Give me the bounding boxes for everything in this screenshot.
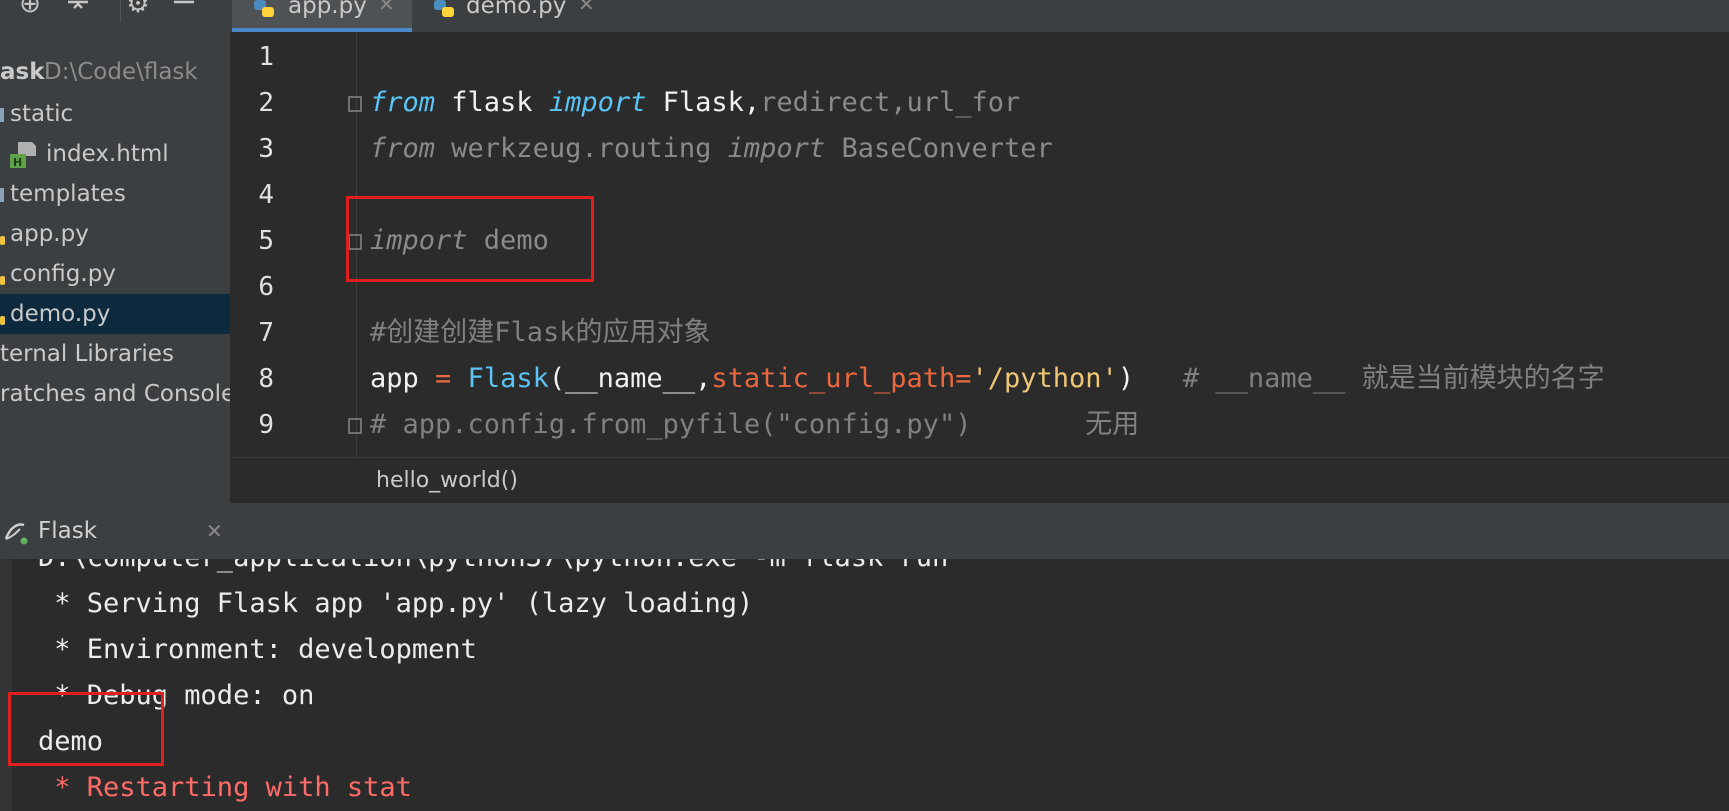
project-root[interactable]: ask D:\Code\flask [0, 52, 230, 92]
breadcrumb-item[interactable]: hello_world() [376, 468, 518, 493]
highlight-box-import-demo [346, 196, 594, 282]
code-line-1: 1 [232, 34, 1729, 80]
sidebar-item-external-libraries[interactable]: ternal Libraries [0, 334, 230, 374]
python-file-icon [254, 0, 274, 17]
close-icon[interactable]: ✕ [206, 511, 223, 551]
code-comment: # app.config.from_pyfile("config.py") 无用 [370, 409, 1140, 440]
collapse-icon[interactable] [64, 0, 92, 16]
console-line-error: * Restarting with stat [38, 772, 412, 803]
close-icon[interactable]: ✕ [378, 0, 395, 16]
highlight-box-demo-output [8, 692, 164, 766]
code-line-9: 9 # app.config.from_pyfile("config.py") … [232, 402, 1729, 448]
target-icon[interactable]: ⊕ [16, 0, 44, 17]
sidebar-item-label: ternal Libraries [0, 341, 174, 367]
flask-run-icon [4, 523, 28, 545]
sidebar-item-label: templates [10, 181, 126, 207]
sidebar-item-app-py[interactable]: app.py [0, 214, 230, 254]
project-path: D:\Code\flask [44, 59, 198, 85]
code-comment: #创建创建Flask的应用对象 [370, 317, 711, 348]
top-bar: ⊕ ⚙ app.py ✕ demo.py ✕ [0, 0, 1729, 32]
line-number: 3 [258, 134, 274, 164]
toolbar-divider [120, 0, 121, 22]
line-number: 4 [258, 180, 274, 210]
code-editor[interactable]: 1 2 from flask import Flask,redirect,url… [232, 32, 1729, 457]
line-number: 9 [258, 410, 274, 440]
sidebar-item-label: index.html [46, 141, 169, 167]
console-line: * Serving Flask app 'app.py' (lazy loadi… [38, 588, 754, 619]
code-line-8: 8 app = Flask(__name__,static_url_path='… [232, 356, 1729, 402]
fold-icon[interactable] [348, 96, 362, 112]
python-file-icon [0, 316, 5, 325]
sidebar-item-label: app.py [10, 221, 89, 247]
sidebar-item-config-py[interactable]: config.py [0, 254, 230, 294]
breadcrumb: hello_world() [232, 457, 1729, 504]
sidebar-item-index-html[interactable]: H index.html [0, 134, 230, 174]
sidebar-item-label: demo.py [10, 301, 111, 327]
python-file-icon [0, 236, 5, 245]
sidebar-item-label: static [10, 101, 74, 127]
code-line-3: 3 from werkzeug.routing import BaseConve… [232, 126, 1729, 172]
project-sidebar: ask D:\Code\flask static H index.html te… [0, 32, 230, 507]
code-line-2: 2 from flask import Flask,redirect,url_f… [232, 80, 1729, 126]
line-number: 2 [258, 88, 274, 118]
console-line: D:\computer_application\python37\python.… [38, 559, 948, 581]
sidebar-item-templates[interactable]: templates [0, 174, 230, 214]
tab-demo-py[interactable]: demo.py ✕ [420, 0, 610, 32]
code-line-7: 7 #创建创建Flask的应用对象 [232, 310, 1729, 356]
run-console[interactable]: D:\computer_application\python37\python.… [0, 559, 1729, 811]
project-toolbar: ⊕ ⚙ [0, 0, 230, 32]
fold-icon[interactable] [348, 418, 362, 434]
code-text: app = Flask(__name__,static_url_path='/p… [370, 363, 1605, 394]
code-text: from werkzeug.routing import BaseConvert… [370, 133, 1053, 164]
project-name: ask [0, 59, 45, 85]
line-number: 5 [258, 226, 274, 256]
folder-icon [0, 108, 4, 122]
line-number: 7 [258, 318, 274, 348]
tab-app-py[interactable]: app.py ✕ [232, 0, 412, 32]
sidebar-item-demo-py[interactable]: demo.py [0, 294, 230, 334]
sidebar-item-label: config.py [10, 261, 116, 287]
minimize-icon[interactable] [170, 0, 198, 16]
line-number: 8 [258, 364, 274, 394]
tab-label: app.py [288, 0, 367, 19]
sidebar-item-label: ratches and Console [0, 381, 230, 407]
close-icon[interactable]: ✕ [578, 0, 595, 16]
html-file-icon: H [10, 142, 36, 168]
sidebar-item-static[interactable]: static [0, 94, 230, 134]
gear-icon[interactable]: ⚙ [124, 0, 152, 17]
python-file-icon [0, 276, 5, 285]
svg-text:H: H [13, 156, 22, 168]
line-number: 6 [258, 272, 274, 302]
console-line: * Environment: development [38, 634, 477, 665]
python-file-icon [434, 0, 454, 17]
console-gutter [0, 559, 12, 811]
folder-icon [0, 188, 4, 202]
sidebar-item-scratches[interactable]: ratches and Console [0, 374, 230, 414]
run-tool-window-header: Flask (app.py) ✕ [0, 503, 1729, 584]
code-text: from flask import Flask,redirect,url_for [370, 87, 1021, 118]
tab-label: demo.py [466, 0, 567, 19]
line-number: 1 [258, 42, 274, 72]
